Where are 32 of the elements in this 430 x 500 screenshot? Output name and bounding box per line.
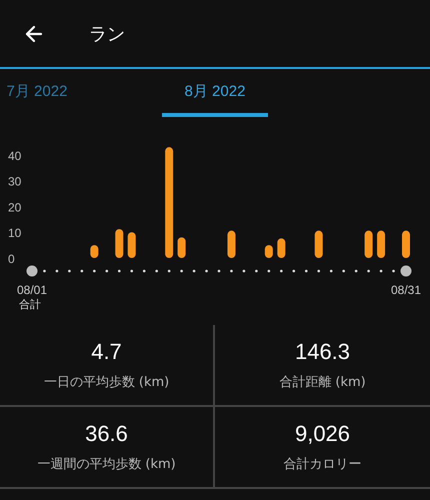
bar	[90, 245, 98, 258]
month-tab[interactable]: 7月 2022	[0, 69, 82, 117]
stat-value: 146.3	[294, 339, 350, 365]
x-axis-label: 08/01	[16, 283, 48, 297]
stat-label: 合計距離 (km)	[279, 374, 366, 391]
stat-value: 4.7	[91, 339, 122, 365]
y-axis-label: 0	[8, 252, 15, 266]
stat-label: 合計カロリー	[284, 456, 362, 473]
stat-value: 36.6	[85, 421, 128, 447]
bar	[115, 229, 124, 258]
y-axis-label: 40	[8, 148, 22, 163]
bar	[402, 230, 410, 258]
bar	[227, 230, 236, 258]
y-axis-label: 30	[8, 174, 22, 189]
bar	[314, 230, 323, 258]
bar	[377, 230, 386, 258]
y-axis-label: 10	[8, 226, 22, 240]
page-title: ラン	[89, 22, 125, 46]
axis-end-dot	[400, 266, 412, 276]
section-label: 合計	[19, 298, 41, 311]
bar	[277, 238, 286, 258]
axis-end-dot	[26, 266, 38, 276]
month-tab[interactable]: 8月 2022	[162, 69, 268, 117]
x-axis-label: 08/31	[390, 283, 422, 297]
bar	[178, 237, 186, 258]
stat-label: 一週間の平均歩数 (km)	[37, 456, 176, 473]
bar	[264, 245, 273, 258]
y-axis-label: 20	[8, 200, 22, 214]
bar	[128, 232, 136, 258]
stat-label: 一日の平均歩数 (km)	[44, 374, 170, 391]
stat-value: 9,026	[294, 421, 350, 447]
bar	[364, 230, 373, 258]
